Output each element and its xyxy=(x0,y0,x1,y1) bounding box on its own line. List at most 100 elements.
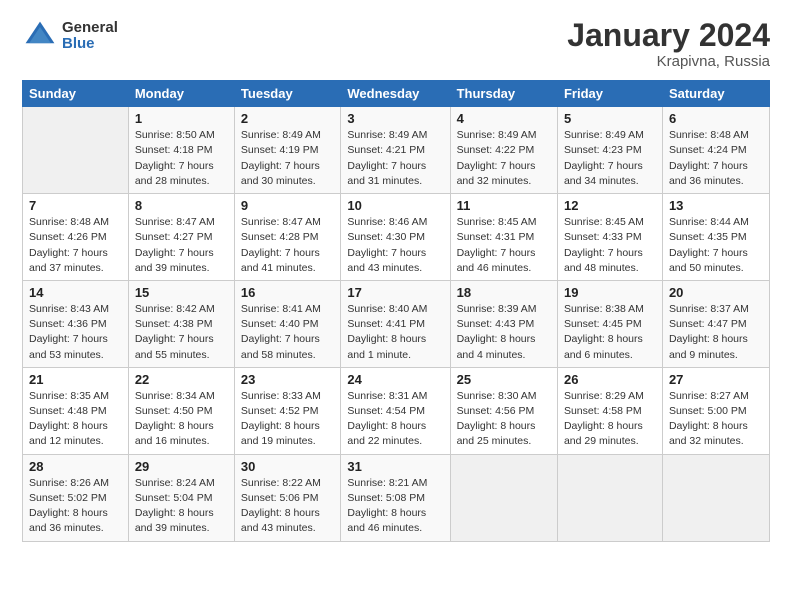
day-info: Sunrise: 8:42 AMSunset: 4:38 PMDaylight:… xyxy=(135,302,228,363)
calendar-cell: 16Sunrise: 8:41 AMSunset: 4:40 PMDayligh… xyxy=(234,280,340,367)
calendar-cell: 21Sunrise: 8:35 AMSunset: 4:48 PMDayligh… xyxy=(23,367,129,454)
day-number: 7 xyxy=(29,198,122,213)
calendar-title: January 2024 xyxy=(567,18,770,53)
day-info: Sunrise: 8:40 AMSunset: 4:41 PMDaylight:… xyxy=(347,302,443,363)
day-number: 11 xyxy=(457,198,551,213)
calendar-cell: 13 Sunrise: 8:44 AMSunset: 4:35 PMDayligh… xyxy=(662,194,769,281)
calendar-cell: 31Sunrise: 8:21 AMSunset: 5:08 PMDayligh… xyxy=(341,454,450,541)
calendar-cell: 22 Sunrise: 8:34 AMSunset: 4:50 PMDayligh… xyxy=(128,367,234,454)
day-info: Sunrise: 8:49 AMSunset: 4:21 PMDaylight:… xyxy=(347,128,443,189)
day-info: Sunrise: 8:33 AMSunset: 4:52 PMDaylight:… xyxy=(241,389,334,450)
calendar-table: Sunday Monday Tuesday Wednesday Thursday… xyxy=(22,80,770,541)
logo: General Blue xyxy=(22,18,118,54)
calendar-cell: 11 Sunrise: 8:45 AMSunset: 4:31 PMDayligh… xyxy=(450,194,557,281)
day-info: Sunrise: 8:46 AMSunset: 4:30 PMDaylight:… xyxy=(347,215,443,276)
calendar-cell: 23Sunrise: 8:33 AMSunset: 4:52 PMDayligh… xyxy=(234,367,340,454)
day-info: Sunrise: 8:45 AMSunset: 4:33 PMDaylight:… xyxy=(564,215,656,276)
calendar-cell: 27 Sunrise: 8:27 AMSunset: 5:00 PMDayligh… xyxy=(662,367,769,454)
header-saturday: Saturday xyxy=(662,81,769,107)
day-number: 9 xyxy=(241,198,334,213)
calendar-header-row: Sunday Monday Tuesday Wednesday Thursday… xyxy=(23,81,770,107)
calendar-cell: 5 Sunrise: 8:49 AMSunset: 4:23 PMDaylight… xyxy=(557,107,662,194)
calendar-cell: 18Sunrise: 8:39 AMSunset: 4:43 PMDayligh… xyxy=(450,280,557,367)
day-info: Sunrise: 8:24 AMSunset: 5:04 PMDaylight:… xyxy=(135,476,228,537)
day-number: 28 xyxy=(29,459,122,474)
calendar-cell: 6 Sunrise: 8:48 AMSunset: 4:24 PMDaylight… xyxy=(662,107,769,194)
calendar-subtitle: Krapivna, Russia xyxy=(567,53,770,70)
day-info: Sunrise: 8:29 AMSunset: 4:58 PMDaylight:… xyxy=(564,389,656,450)
calendar-cell: 25 Sunrise: 8:30 AMSunset: 4:56 PMDayligh… xyxy=(450,367,557,454)
day-info: Sunrise: 8:45 AMSunset: 4:31 PMDaylight:… xyxy=(457,215,551,276)
day-number: 2 xyxy=(241,111,334,126)
calendar-cell: 19 Sunrise: 8:38 AMSunset: 4:45 PMDayligh… xyxy=(557,280,662,367)
day-number: 31 xyxy=(347,459,443,474)
calendar-cell: 2 Sunrise: 8:49 AMSunset: 4:19 PMDaylight… xyxy=(234,107,340,194)
header-tuesday: Tuesday xyxy=(234,81,340,107)
day-number: 8 xyxy=(135,198,228,213)
day-info: Sunrise: 8:44 AMSunset: 4:35 PMDaylight:… xyxy=(669,215,763,276)
day-info: Sunrise: 8:50 AMSunset: 4:18 PMDaylight:… xyxy=(135,128,228,189)
day-number: 19 xyxy=(564,285,656,300)
day-info: Sunrise: 8:41 AMSunset: 4:40 PMDaylight:… xyxy=(241,302,334,363)
day-info: Sunrise: 8:48 AMSunset: 4:24 PMDaylight:… xyxy=(669,128,763,189)
day-number: 26 xyxy=(564,372,656,387)
calendar-cell: 14Sunrise: 8:43 AMSunset: 4:36 PMDayligh… xyxy=(23,280,129,367)
calendar-week-4: 21Sunrise: 8:35 AMSunset: 4:48 PMDayligh… xyxy=(23,367,770,454)
day-number: 25 xyxy=(457,372,551,387)
day-info: Sunrise: 8:26 AMSunset: 5:02 PMDaylight:… xyxy=(29,476,122,537)
header-thursday: Thursday xyxy=(450,81,557,107)
calendar-cell: 20 Sunrise: 8:37 AMSunset: 4:47 PMDayligh… xyxy=(662,280,769,367)
day-info: Sunrise: 8:47 AMSunset: 4:28 PMDaylight:… xyxy=(241,215,334,276)
day-number: 4 xyxy=(457,111,551,126)
day-info: Sunrise: 8:34 AMSunset: 4:50 PMDaylight:… xyxy=(135,389,228,450)
calendar-cell: 3 Sunrise: 8:49 AMSunset: 4:21 PMDaylight… xyxy=(341,107,450,194)
day-number: 18 xyxy=(457,285,551,300)
day-number: 3 xyxy=(347,111,443,126)
calendar-cell: 12 Sunrise: 8:45 AMSunset: 4:33 PMDayligh… xyxy=(557,194,662,281)
day-number: 27 xyxy=(669,372,763,387)
calendar-cell: 30Sunrise: 8:22 AMSunset: 5:06 PMDayligh… xyxy=(234,454,340,541)
logo-blue: Blue xyxy=(62,36,118,53)
header-wednesday: Wednesday xyxy=(341,81,450,107)
day-info: Sunrise: 8:49 AMSunset: 4:23 PMDaylight:… xyxy=(564,128,656,189)
day-number: 15 xyxy=(135,285,228,300)
day-info: Sunrise: 8:37 AMSunset: 4:47 PMDaylight:… xyxy=(669,302,763,363)
calendar-week-3: 14Sunrise: 8:43 AMSunset: 4:36 PMDayligh… xyxy=(23,280,770,367)
day-info: Sunrise: 8:35 AMSunset: 4:48 PMDaylight:… xyxy=(29,389,122,450)
calendar-cell: 28 Sunrise: 8:26 AMSunset: 5:02 PMDayligh… xyxy=(23,454,129,541)
header-monday: Monday xyxy=(128,81,234,107)
calendar-cell: 24Sunrise: 8:31 AMSunset: 4:54 PMDayligh… xyxy=(341,367,450,454)
day-info: Sunrise: 8:49 AMSunset: 4:19 PMDaylight:… xyxy=(241,128,334,189)
logo-icon xyxy=(22,18,58,54)
day-info: Sunrise: 8:47 AMSunset: 4:27 PMDaylight:… xyxy=(135,215,228,276)
day-number: 17 xyxy=(347,285,443,300)
header-sunday: Sunday xyxy=(23,81,129,107)
day-number: 12 xyxy=(564,198,656,213)
day-number: 13 xyxy=(669,198,763,213)
day-number: 20 xyxy=(669,285,763,300)
day-number: 5 xyxy=(564,111,656,126)
calendar-cell: 10 Sunrise: 8:46 AMSunset: 4:30 PMDayligh… xyxy=(341,194,450,281)
day-number: 29 xyxy=(135,459,228,474)
calendar-cell: 26 Sunrise: 8:29 AMSunset: 4:58 PMDayligh… xyxy=(557,367,662,454)
day-info: Sunrise: 8:38 AMSunset: 4:45 PMDaylight:… xyxy=(564,302,656,363)
day-info: Sunrise: 8:30 AMSunset: 4:56 PMDaylight:… xyxy=(457,389,551,450)
day-number: 22 xyxy=(135,372,228,387)
calendar-cell: 15 Sunrise: 8:42 AMSunset: 4:38 PMDayligh… xyxy=(128,280,234,367)
day-info: Sunrise: 8:31 AMSunset: 4:54 PMDaylight:… xyxy=(347,389,443,450)
calendar-cell xyxy=(557,454,662,541)
day-info: Sunrise: 8:27 AMSunset: 5:00 PMDaylight:… xyxy=(669,389,763,450)
calendar-cell: 17 Sunrise: 8:40 AMSunset: 4:41 PMDayligh… xyxy=(341,280,450,367)
calendar-week-5: 28 Sunrise: 8:26 AMSunset: 5:02 PMDayligh… xyxy=(23,454,770,541)
day-number: 10 xyxy=(347,198,443,213)
calendar-cell: 4Sunrise: 8:49 AMSunset: 4:22 PMDaylight… xyxy=(450,107,557,194)
calendar-cell xyxy=(23,107,129,194)
day-number: 6 xyxy=(669,111,763,126)
header: General Blue January 2024 Krapivna, Russ… xyxy=(22,18,770,70)
day-info: Sunrise: 8:48 AMSunset: 4:26 PMDaylight:… xyxy=(29,215,122,276)
logo-general: General xyxy=(62,20,118,37)
title-block: January 2024 Krapivna, Russia xyxy=(567,18,770,70)
calendar-week-1: 1Sunrise: 8:50 AMSunset: 4:18 PMDaylight… xyxy=(23,107,770,194)
calendar-cell: 9 Sunrise: 8:47 AMSunset: 4:28 PMDaylight… xyxy=(234,194,340,281)
page: General Blue January 2024 Krapivna, Russ… xyxy=(0,0,792,612)
